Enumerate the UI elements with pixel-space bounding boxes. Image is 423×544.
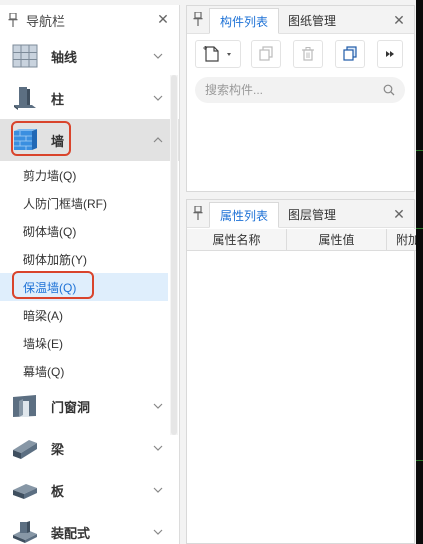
chevron-down-icon (153, 529, 163, 535)
grid-icon (12, 44, 38, 68)
attribute-table-header: 属性名称 属性值 附加 (187, 229, 416, 251)
delete-component-button[interactable] (293, 40, 323, 68)
column-icon (14, 87, 36, 110)
canvas-mark (416, 228, 423, 229)
nav-item-shear-wall[interactable]: 剪力墙(Q) (0, 161, 168, 189)
nav-item-curtain-wall[interactable]: 幕墙(Q) (0, 357, 168, 385)
prefab-icon (13, 521, 37, 543)
column-header-attribute-name[interactable]: 属性名称 (187, 229, 287, 251)
close-icon[interactable]: ✕ (156, 12, 170, 26)
tab-drawing-management[interactable]: 图纸管理 (278, 8, 346, 34)
chevron-up-icon (153, 137, 163, 143)
nav-item-hidden-beam[interactable]: 暗梁(A) (0, 301, 168, 329)
trash-icon (302, 47, 314, 61)
chevron-down-icon (153, 487, 163, 493)
scrollbar-thumb[interactable] (171, 75, 177, 435)
chevron-down-icon (153, 53, 163, 59)
tab-attribute-list[interactable]: 属性列表 (209, 202, 280, 228)
component-tab-bar: 构件列表 图纸管理 ✕ (187, 6, 414, 34)
nav-category-prefab[interactable]: 装配式 (0, 511, 179, 544)
nav-category-label: 装配式 (51, 525, 91, 541)
nav-category-door-window[interactable]: 门窗洞 (0, 385, 179, 427)
pin-icon[interactable] (8, 13, 18, 27)
canvas-mark (416, 460, 423, 461)
nav-category-column[interactable]: 柱 (0, 77, 179, 119)
nav-category-label: 墙 (51, 133, 65, 149)
canvas-mark (416, 150, 423, 151)
nav-header: 导航栏 ✕ (0, 5, 179, 35)
nav-category-beam[interactable]: 梁 (0, 427, 179, 469)
layer-copy-icon (343, 46, 357, 61)
door-window-icon (13, 395, 36, 417)
nav-category-label: 板 (51, 483, 65, 499)
component-search-box (195, 77, 405, 103)
column-header-extra[interactable]: 附加 (387, 229, 416, 251)
copy-component-button[interactable] (251, 40, 281, 68)
slab-icon (13, 484, 37, 499)
nav-item-insulation-wall[interactable]: 保温墙(Q) (0, 273, 168, 301)
new-document-icon (203, 46, 231, 62)
chevron-down-icon (153, 403, 163, 409)
nav-title: 导航栏 (26, 13, 66, 29)
nav-item-masonry-wall[interactable]: 砌体墙(Q) (0, 217, 168, 245)
attribute-list-panel: 属性列表 图层管理 ✕ 属性名称 属性值 附加 (186, 199, 416, 544)
nav-category-label: 轴线 (51, 49, 78, 65)
double-chevron-right-icon (386, 51, 394, 57)
search-icon[interactable] (383, 84, 395, 96)
nav-category-axis[interactable]: 轴线 (0, 35, 179, 77)
chevron-down-icon (153, 445, 163, 451)
new-component-button[interactable] (195, 40, 241, 68)
nav-scrollbar[interactable] (170, 75, 178, 435)
close-icon[interactable]: ✕ (392, 13, 406, 27)
pin-icon[interactable] (193, 206, 203, 220)
attribute-tab-bar: 属性列表 图层管理 ✕ (187, 200, 414, 228)
more-tools-button[interactable] (377, 40, 403, 68)
tab-component-list[interactable]: 构件列表 (209, 8, 280, 34)
nav-category-label: 柱 (51, 91, 65, 107)
column-header-attribute-value[interactable]: 属性值 (287, 229, 387, 251)
drawing-canvas-edge[interactable] (416, 0, 423, 544)
nav-category-wall[interactable]: 墙 (0, 119, 179, 161)
close-icon[interactable]: ✕ (392, 207, 406, 221)
component-search-input[interactable] (205, 82, 375, 98)
wall-icon (14, 129, 37, 150)
nav-category-slab[interactable]: 板 (0, 469, 179, 511)
beam-icon (13, 440, 37, 459)
tab-layer-management[interactable]: 图层管理 (278, 202, 346, 228)
copy-icon (259, 46, 273, 61)
nav-item-civil-defense-door-wall[interactable]: 人防门框墙(RF) (0, 189, 168, 217)
nav-category-label: 门窗洞 (51, 399, 91, 415)
component-toolbar (195, 40, 413, 68)
nav-item-masonry-reinforcement[interactable]: 砌体加筋(Y) (0, 245, 168, 273)
layer-copy-button[interactable] (335, 40, 365, 68)
chevron-down-icon (153, 95, 163, 101)
pin-icon[interactable] (193, 12, 203, 26)
navigation-panel: 导航栏 ✕ 轴线 柱 墙 剪力墙(Q) 人防门框墙(RF) 砌体墙(Q) 砌体加… (0, 5, 180, 544)
nav-category-label: 梁 (51, 441, 65, 457)
nav-item-wall-pier[interactable]: 墙垛(E) (0, 329, 168, 357)
component-list-panel: 构件列表 图纸管理 ✕ (186, 5, 415, 192)
